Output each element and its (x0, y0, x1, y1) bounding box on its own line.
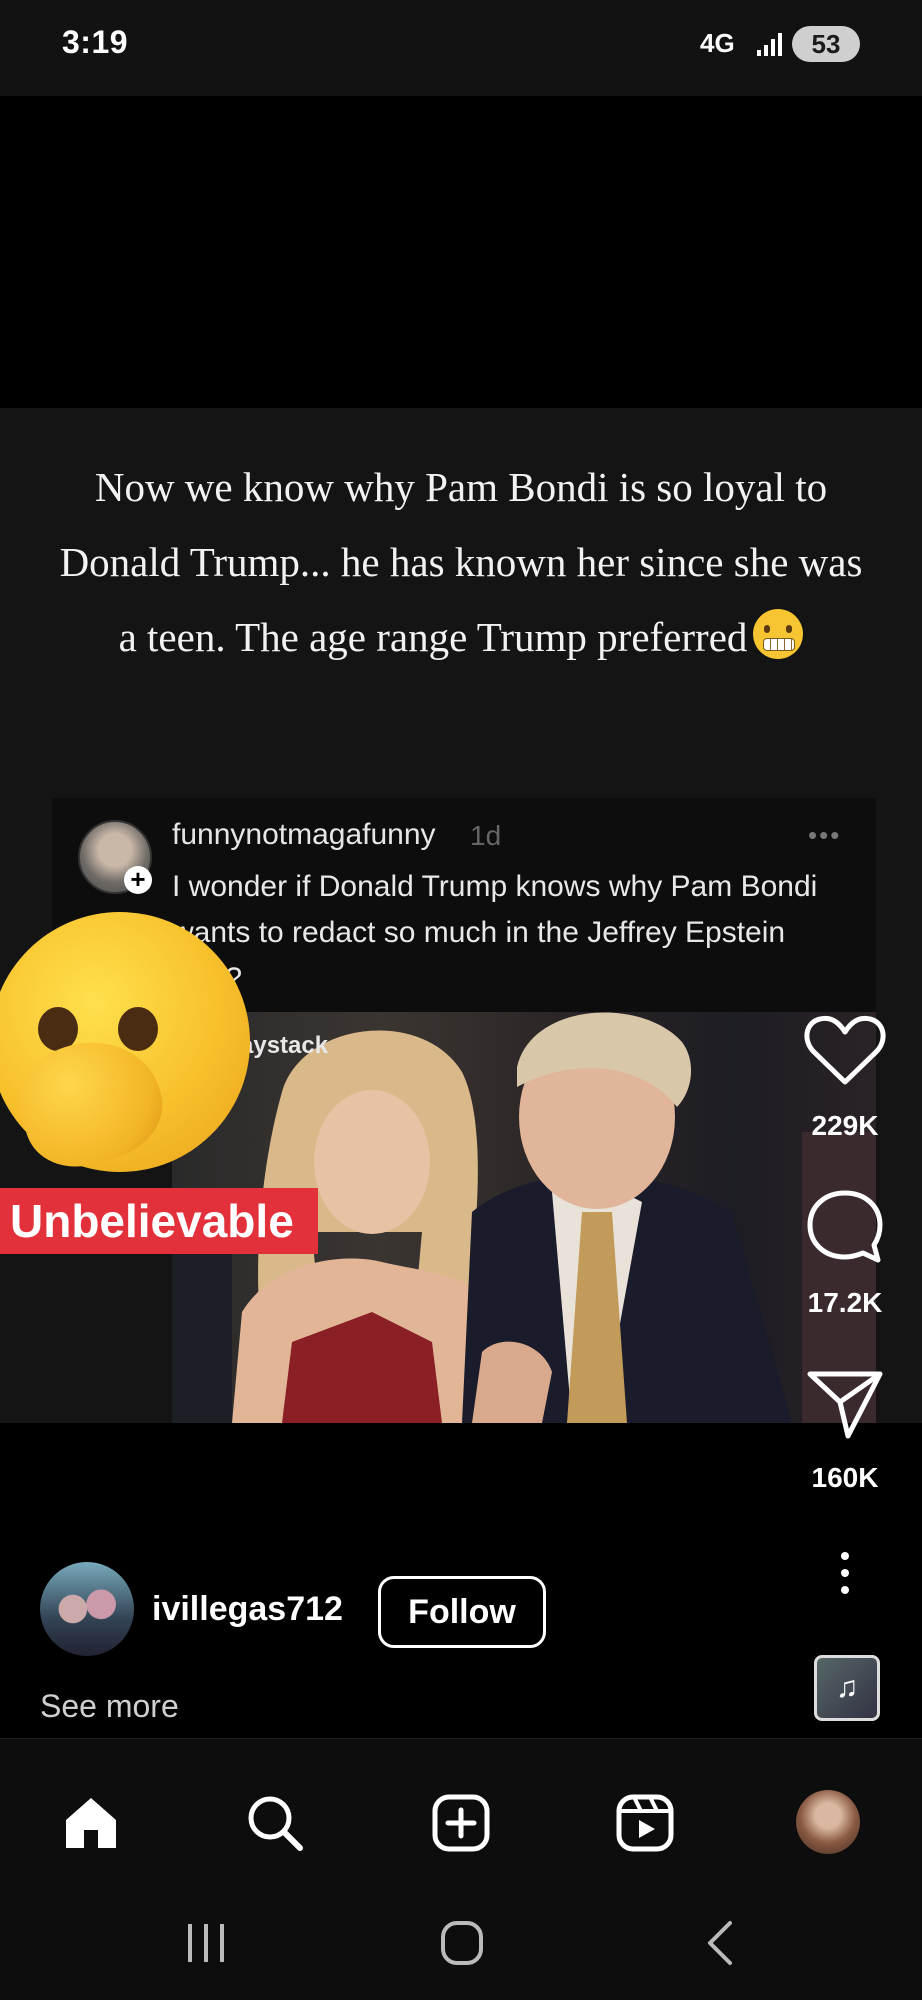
photo-watermark: aystack (240, 1032, 329, 1059)
sticker-label: Unbelievable (0, 1188, 318, 1254)
post-caption: Now we know why Pam Bondi is so loyal to… (50, 450, 872, 675)
author-avatar[interactable] (40, 1562, 134, 1656)
recent-apps-icon[interactable] (176, 1918, 236, 1968)
face-with-hand-over-mouth-icon (0, 912, 250, 1181)
home-circle-icon[interactable] (432, 1918, 492, 1968)
follow-button[interactable]: Follow (378, 1576, 546, 1648)
commenter-username: funnynotmagafunny (172, 818, 436, 851)
author-username[interactable]: ivillegas712 (152, 1590, 343, 1629)
like-count: 229K (811, 1110, 879, 1141)
home-icon[interactable] (60, 1792, 122, 1854)
heart-icon[interactable] (800, 1010, 890, 1090)
share-count: 160K (811, 1462, 879, 1493)
reels-icon[interactable] (614, 1792, 676, 1854)
back-icon[interactable] (692, 1918, 752, 1968)
status-time: 3:19 (62, 24, 129, 60)
signal-icon (757, 33, 782, 56)
more-vertical-icon[interactable] (830, 1550, 860, 1596)
music-note-icon: ♫ (835, 1671, 859, 1704)
caption-text: Now we know why Pam Bondi is so loyal to… (59, 464, 863, 660)
media-letterbox (0, 96, 922, 408)
comment-icon[interactable] (800, 1185, 890, 1265)
search-icon[interactable] (244, 1792, 306, 1854)
audio-thumbnail[interactable]: ♫ (814, 1655, 880, 1721)
more-dots-icon: ••• (808, 820, 842, 850)
create-icon[interactable] (430, 1792, 492, 1854)
grimacing-face-icon (753, 609, 804, 659)
profile-avatar[interactable] (796, 1790, 860, 1854)
comment-text: I wonder if Donald Trump knows why Pam B… (172, 870, 818, 995)
comment-age: 1d (470, 820, 502, 851)
network-type: 4G (700, 28, 735, 58)
see-more-link[interactable]: See more (40, 1688, 179, 1725)
comment-count: 17.2K (807, 1287, 883, 1318)
send-icon[interactable] (800, 1362, 890, 1442)
emoji-right-eye (118, 1007, 158, 1051)
battery-indicator: 53 (792, 26, 860, 62)
plus-icon: + (124, 866, 152, 894)
